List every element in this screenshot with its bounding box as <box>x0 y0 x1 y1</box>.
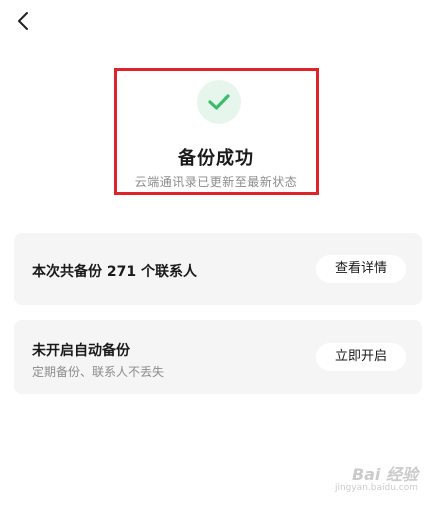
enable-now-button[interactable]: 立即开启 <box>316 343 406 371</box>
backup-summary-card: 本次共备份 271 个联系人 查看详情 <box>14 233 422 305</box>
view-details-button[interactable]: 查看详情 <box>316 255 406 283</box>
watermark: Bai 经验 jingyan.baidu.com <box>294 461 424 501</box>
auto-backup-card: 未开启自动备份 定期备份、联系人不丢失 立即开启 <box>14 320 422 394</box>
auto-backup-title: 未开启自动备份 <box>32 343 130 359</box>
watermark-logo: Bai 经验 <box>351 465 418 484</box>
chevron-left-icon <box>14 10 34 32</box>
status-title: 备份成功 <box>178 148 254 169</box>
success-badge <box>197 80 241 124</box>
status-subtitle: 云端通讯录已更新至最新状态 <box>134 175 298 189</box>
watermark-url: jingyan.baidu.com <box>334 483 418 493</box>
backup-count-label: 本次共备份 271 个联系人 <box>32 264 197 280</box>
back-button[interactable] <box>14 10 34 32</box>
auto-backup-description: 定期备份、联系人不丢失 <box>32 365 165 379</box>
